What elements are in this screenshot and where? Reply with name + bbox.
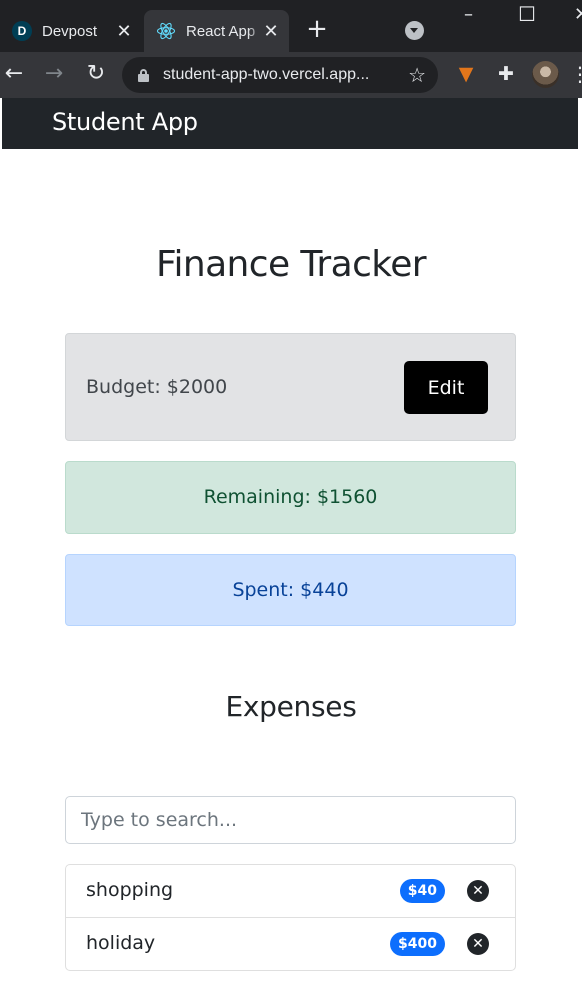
- lock-icon: [138, 68, 149, 82]
- minimize-icon[interactable]: –: [464, 4, 473, 25]
- url-text: student-app-two.vercel.app...: [163, 66, 370, 83]
- forward-icon[interactable]: →: [42, 62, 66, 86]
- expense-list: shopping $40 ✕ holiday $400 ✕: [65, 864, 516, 971]
- expense-name: holiday: [86, 932, 156, 954]
- address-bar[interactable]: student-app-two.vercel.app... ☆: [122, 57, 438, 93]
- app-navbar: Student App: [2, 98, 578, 149]
- back-icon[interactable]: ←: [2, 62, 26, 86]
- extensions-puzzle-icon[interactable]: ✚: [494, 62, 518, 86]
- spent-card: Spent: $440: [65, 554, 516, 626]
- spent-label: Spent: $440: [232, 579, 349, 601]
- budget-card: Budget: $2000 Edit: [65, 333, 516, 441]
- tab-devpost[interactable]: D Devpost ✕: [0, 10, 142, 52]
- tab-title: Devpost: [42, 22, 98, 40]
- delete-icon[interactable]: ✕: [467, 880, 489, 902]
- new-tab-icon[interactable]: +: [304, 16, 330, 42]
- remaining-label: Remaining: $1560: [203, 486, 378, 508]
- navbar-brand[interactable]: Student App: [52, 108, 198, 136]
- close-icon[interactable]: ✕: [116, 21, 132, 42]
- expense-cost-badge: $40: [399, 879, 445, 903]
- remaining-card: Remaining: $1560: [65, 461, 516, 534]
- expense-name: shopping: [86, 879, 174, 901]
- window-close-icon[interactable]: ✕: [574, 4, 582, 25]
- search-input[interactable]: [65, 796, 516, 844]
- list-item: shopping $40 ✕: [66, 865, 515, 917]
- profile-avatar[interactable]: [532, 61, 559, 88]
- maximize-icon[interactable]: ☐: [518, 2, 536, 26]
- tab-search-icon[interactable]: [405, 21, 424, 40]
- browser-tabstrip: D Devpost ✕ React App ✕ + – ☐ ✕: [0, 0, 582, 52]
- tab-react-app[interactable]: React App ✕: [144, 10, 289, 52]
- expense-cost-badge: $400: [390, 932, 445, 956]
- page-title: Finance Tracker: [155, 244, 427, 285]
- bookmark-star-icon[interactable]: ☆: [408, 63, 426, 87]
- expenses-heading: Expenses: [225, 690, 357, 723]
- tab-title: React App: [186, 22, 256, 40]
- react-icon: [156, 21, 176, 41]
- delete-icon[interactable]: ✕: [467, 933, 489, 955]
- devpost-favicon-icon: D: [12, 21, 32, 41]
- metamask-fox-icon[interactable]: ▼: [454, 62, 478, 86]
- budget-label: Budget: $2000: [86, 376, 228, 398]
- edit-budget-button[interactable]: Edit: [404, 361, 488, 414]
- more-menu-icon[interactable]: ⋮: [570, 62, 582, 86]
- list-item: holiday $400 ✕: [66, 917, 515, 970]
- reload-icon[interactable]: ↻: [84, 62, 108, 86]
- close-icon[interactable]: ✕: [263, 21, 279, 42]
